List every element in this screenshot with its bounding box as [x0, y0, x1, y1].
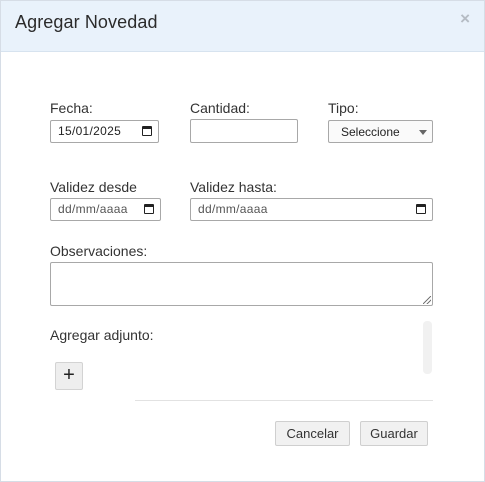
fecha-input[interactable]: 15/01/2025 — [50, 120, 159, 143]
add-novedad-dialog: Agregar Novedad × Fecha: 15/01/2025 Cant… — [0, 0, 485, 482]
footer-divider — [135, 400, 433, 401]
attachments-scrollbar[interactable] — [423, 321, 432, 374]
validez-desde-placeholder: dd/mm/aaaa — [58, 202, 128, 216]
tipo-label: Tipo: — [328, 100, 359, 116]
validez-hasta-placeholder: dd/mm/aaaa — [198, 202, 268, 216]
validez-desde-label: Validez desde — [50, 179, 137, 195]
tipo-select[interactable]: Seleccione — [328, 120, 433, 143]
cantidad-input[interactable] — [190, 119, 298, 143]
save-button[interactable]: Guardar — [360, 421, 428, 446]
observaciones-textarea[interactable] — [50, 262, 433, 306]
tipo-selected-value: Seleccione — [341, 125, 400, 139]
validez-desde-input[interactable]: dd/mm/aaaa — [50, 198, 161, 221]
validez-hasta-input[interactable]: dd/mm/aaaa — [190, 198, 433, 221]
add-attachment-button[interactable]: + — [55, 362, 83, 390]
calendar-icon[interactable] — [144, 204, 154, 214]
fecha-value: 15/01/2025 — [58, 124, 122, 138]
calendar-icon[interactable] — [416, 204, 426, 214]
fecha-label: Fecha: — [50, 100, 93, 116]
cantidad-label: Cantidad: — [190, 100, 250, 116]
adjunto-label: Agregar adjunto: — [50, 327, 154, 343]
validez-hasta-label: Validez hasta: — [190, 179, 277, 195]
chevron-down-icon — [419, 130, 427, 135]
observaciones-label: Observaciones: — [50, 243, 148, 259]
resize-handle-icon[interactable] — [423, 296, 431, 304]
calendar-icon[interactable] — [142, 126, 152, 136]
dialog-title: Agregar Novedad — [15, 12, 158, 32]
cancel-button[interactable]: Cancelar — [275, 421, 350, 446]
close-icon[interactable]: × — [460, 10, 470, 27]
dialog-header: Agregar Novedad × — [1, 1, 484, 52]
